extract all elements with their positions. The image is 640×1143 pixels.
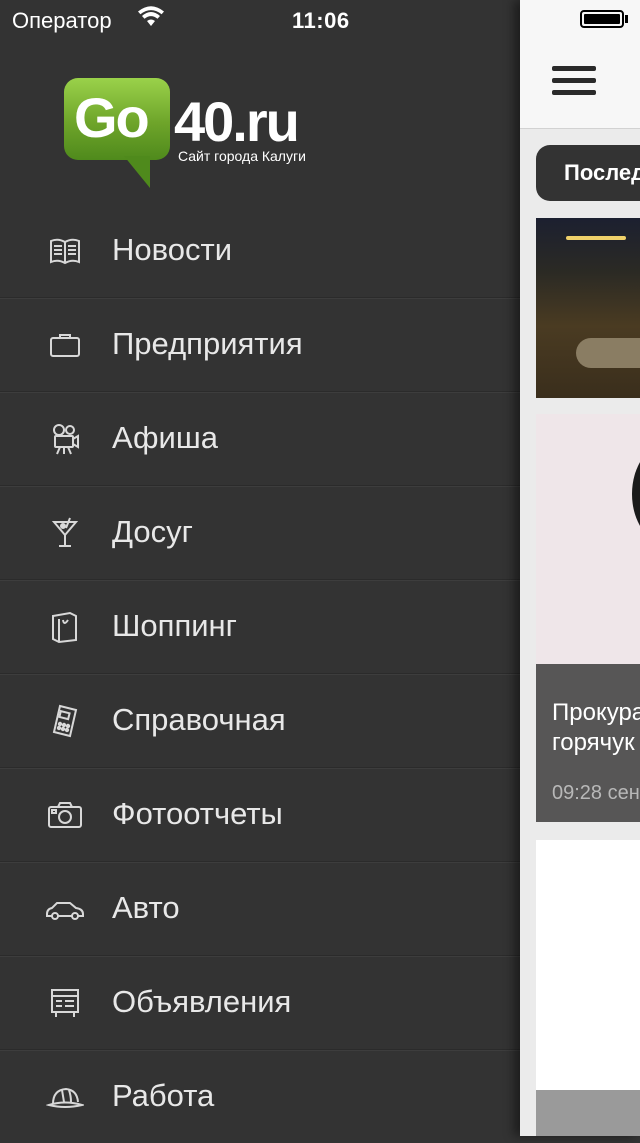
menu-item-jobs[interactable]: Работа — [0, 1050, 520, 1143]
cocktail-icon — [46, 514, 84, 552]
logo-domain-text: 40.ru — [174, 90, 300, 153]
menu-item-classifieds[interactable]: Объявления — [0, 956, 520, 1050]
briefcase-icon — [46, 326, 84, 364]
logo-go-text: Go — [74, 86, 150, 149]
menu-toggle-icon[interactable] — [552, 66, 596, 98]
clock: 11:06 — [292, 8, 350, 33]
news-card[interactable] — [536, 840, 640, 1090]
camera-icon — [46, 796, 84, 834]
status-bar: Оператор 11:06 — [0, 0, 520, 40]
hard-hat-icon — [46, 1078, 84, 1116]
menu-item-label: Шоппинг — [112, 608, 237, 643]
menu-item-news[interactable]: Новости — [0, 204, 520, 298]
news-card-photo — [632, 444, 640, 544]
tab-latest[interactable]: Послед — [536, 145, 640, 201]
menu-item-directory[interactable]: Справочная — [0, 674, 520, 768]
menu-item-photo-reports[interactable]: Фотоотчеты — [0, 768, 520, 862]
menu-item-label: Фотоотчеты — [112, 796, 283, 831]
app-logo[interactable]: Go 40.ru Сайт города Калуги — [64, 78, 324, 190]
carrier-name: Оператор — [12, 8, 112, 33]
battery-icon — [580, 10, 624, 28]
logo-bubble-tail — [124, 156, 150, 188]
phone-icon — [46, 702, 84, 740]
wifi-icon — [138, 6, 164, 34]
news-card-caption-bg — [536, 1090, 640, 1136]
billboard-icon — [46, 984, 84, 1022]
menu-item-label: Справочная — [112, 702, 286, 737]
shopping-bag-icon — [46, 608, 84, 646]
newspaper-icon — [46, 232, 84, 270]
menu-item-label: Досуг — [112, 514, 193, 549]
menu-item-auto[interactable]: Авто — [0, 862, 520, 956]
side-menu: Новости Предприятия Афиша Досуг Шоппинг … — [0, 204, 520, 1143]
news-card-title: Прокура горячук — [552, 699, 640, 756]
menu-item-leisure[interactable]: Досуг — [0, 486, 520, 580]
news-card[interactable]: Прокура горячук 09:28 сен — [536, 414, 640, 822]
movie-camera-icon — [46, 420, 84, 458]
news-card-time: 09:28 сен — [552, 782, 640, 804]
menu-item-label: Предприятия — [112, 326, 303, 361]
menu-item-label: Афиша — [112, 420, 218, 455]
nav-bar — [520, 0, 640, 129]
main-content-panel[interactable]: Послед Прокура горячук 09:28 сен — [520, 0, 640, 1136]
menu-item-shopping[interactable]: Шоппинг — [0, 580, 520, 674]
menu-item-label: Авто — [112, 890, 180, 925]
menu-item-events[interactable]: Афиша — [0, 392, 520, 486]
menu-item-companies[interactable]: Предприятия — [0, 298, 520, 392]
logo-tagline: Сайт города Калуги — [178, 148, 306, 164]
car-icon — [46, 890, 84, 928]
menu-item-label: Новости — [112, 232, 233, 267]
menu-item-label: Объявления — [112, 984, 292, 1019]
news-card-image[interactable] — [536, 218, 640, 398]
menu-item-label: Работа — [112, 1078, 215, 1113]
